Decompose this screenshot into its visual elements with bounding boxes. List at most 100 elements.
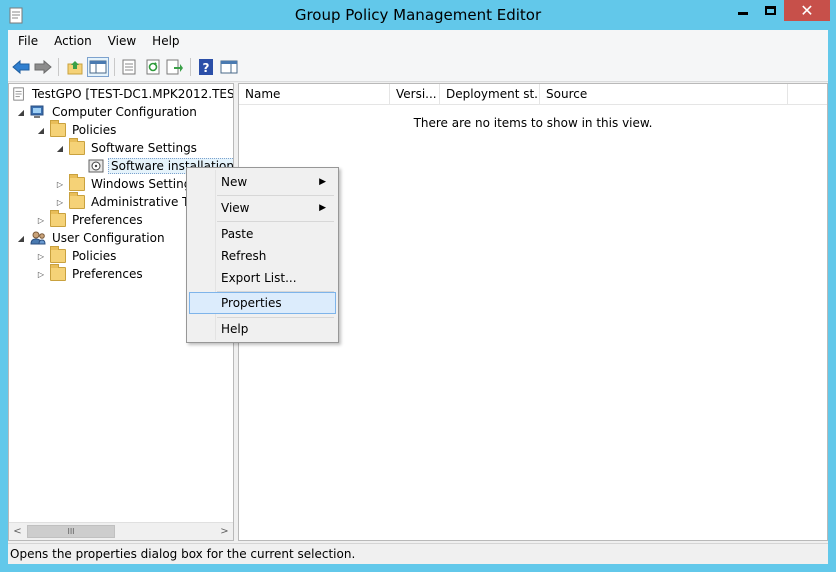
column-header-version[interactable]: Versi... (390, 84, 440, 104)
svg-text:?: ? (203, 61, 210, 75)
properties-icon (122, 59, 136, 75)
folder-icon (50, 210, 66, 227)
folder-icon (69, 192, 85, 209)
show-hide-tree-button[interactable] (87, 57, 109, 77)
show-action-pane-icon (220, 60, 238, 74)
scroll-thumb[interactable]: III (27, 525, 115, 538)
toolbar-separator (190, 58, 191, 76)
collapsed-arrow-icon[interactable]: ▷ (36, 215, 46, 225)
tree-horizontal-scrollbar[interactable]: < III > (9, 522, 233, 540)
collapsed-arrow-icon[interactable]: ▷ (36, 269, 46, 279)
menu-item-label: Refresh (221, 249, 267, 263)
show-action-pane-button[interactable] (218, 57, 240, 77)
menu-item-label: Paste (221, 227, 254, 241)
maximize-button[interactable] (757, 0, 783, 21)
collapsed-arrow-icon[interactable]: ▷ (36, 251, 46, 261)
menu-help[interactable]: Help (144, 30, 187, 52)
tree-item-computer-configuration[interactable]: ◢ Computer Configuration (16, 103, 199, 121)
minimize-icon (738, 12, 748, 15)
maximize-icon (764, 6, 776, 15)
submenu-arrow-icon: ▶ (319, 203, 326, 213)
column-header-source[interactable]: Source (540, 84, 788, 104)
help-icon: ? (199, 59, 213, 75)
tree-item-uc-policies[interactable]: ▷ Policies (36, 246, 118, 265)
column-header-name[interactable]: Name (239, 84, 390, 104)
context-menu-paste[interactable]: Paste (189, 223, 336, 245)
folder-icon (50, 264, 66, 281)
tree-item-windows-settings[interactable]: ▷ Windows Settings (55, 174, 200, 193)
software-installation-icon (88, 159, 104, 173)
scroll-left-icon[interactable]: < (9, 523, 26, 540)
tree-item-label: Administrative Ter (91, 195, 200, 209)
up-one-level-button[interactable] (64, 57, 86, 77)
forward-icon (34, 59, 52, 75)
status-bar: Opens the properties dialog box for the … (8, 543, 828, 564)
export-list-icon (166, 59, 183, 75)
close-button[interactable]: ✕ (784, 0, 830, 21)
status-text: Opens the properties dialog box for the … (10, 547, 356, 561)
tree-item-administrative-templates[interactable]: ▷ Administrative Ter (55, 192, 202, 211)
tree-item-label: Policies (72, 123, 117, 137)
export-list-button[interactable] (164, 57, 186, 77)
tree-item-uc-preferences[interactable]: ▷ Preferences (36, 264, 145, 283)
users-icon (30, 231, 46, 245)
empty-list-message: There are no items to show in this view. (413, 116, 653, 130)
menu-separator (217, 221, 334, 222)
column-header-deployment-state[interactable]: Deployment st... (440, 84, 540, 104)
folder-icon (69, 138, 85, 155)
tree-item-label: Policies (72, 249, 117, 263)
context-menu-properties[interactable]: Properties (189, 292, 336, 314)
tree-item-root[interactable]: TestGPO [TEST-DC1.MPK2012.TEST] P (12, 85, 233, 103)
refresh-icon (146, 59, 160, 75)
up-folder-icon (67, 61, 83, 75)
tree-item-software-settings[interactable]: ◢ Software Settings (55, 138, 199, 157)
forward-button[interactable] (32, 57, 54, 77)
menu-item-label: Export List... (221, 271, 297, 285)
menu-item-label: Properties (221, 296, 282, 310)
menu-separator (217, 195, 334, 196)
collapsed-arrow-icon[interactable]: ▷ (55, 197, 65, 207)
tree-item-cc-preferences[interactable]: ▷ Preferences (36, 210, 145, 229)
folder-icon (50, 246, 66, 263)
close-icon: ✕ (800, 1, 814, 20)
tree-item-label: User Configuration (52, 231, 165, 245)
expanded-arrow-icon[interactable]: ◢ (16, 233, 26, 243)
tree-item-cc-policies[interactable]: ◢ Policies (36, 120, 118, 139)
menu-view[interactable]: View (100, 30, 144, 52)
back-icon (12, 59, 30, 75)
collapsed-arrow-icon[interactable]: ▷ (55, 179, 65, 189)
menu-file[interactable]: File (8, 30, 46, 52)
context-menu-new[interactable]: New ▶ (189, 171, 336, 193)
menu-action[interactable]: Action (46, 30, 100, 52)
computer-icon (30, 105, 44, 118)
folder-icon (69, 174, 85, 191)
context-menu: New ▶ View ▶ Paste Refresh Export List..… (186, 167, 339, 343)
client-area: File Action View Help ? TestGPO [TEST-DC… (8, 30, 828, 564)
tree-item-label: Software Settings (91, 141, 197, 155)
menu-item-label: Help (221, 322, 249, 336)
scroll-right-icon[interactable]: > (216, 523, 233, 540)
tree-item-label: Windows Settings (91, 177, 198, 191)
context-menu-refresh[interactable]: Refresh (189, 245, 336, 267)
list-header: Name Versi... Deployment st... Source (239, 84, 827, 105)
context-menu-help[interactable]: Help (189, 318, 336, 340)
tree-item-label: Preferences (72, 213, 143, 227)
title-bar[interactable]: Group Policy Management Editor ✕ (0, 0, 836, 30)
back-button[interactable] (10, 57, 32, 77)
expanded-arrow-icon[interactable]: ◢ (55, 143, 65, 153)
refresh-button[interactable] (142, 57, 164, 77)
expanded-arrow-icon[interactable]: ◢ (16, 107, 26, 117)
toolbar-separator (114, 58, 115, 76)
minimize-button[interactable] (730, 0, 756, 21)
context-menu-export-list[interactable]: Export List... (189, 267, 336, 289)
menu-bar: File Action View Help (8, 30, 828, 52)
properties-button[interactable] (118, 57, 140, 77)
grip-icon: III (67, 527, 75, 536)
tree-item-user-configuration[interactable]: ◢ User Configuration (16, 229, 167, 247)
context-menu-view[interactable]: View ▶ (189, 197, 336, 219)
help-button[interactable]: ? (195, 57, 217, 77)
menu-item-label: New (221, 175, 248, 189)
expanded-arrow-icon[interactable]: ◢ (36, 125, 46, 135)
gpo-document-icon (13, 87, 24, 101)
app-window: Group Policy Management Editor ✕ File Ac… (0, 0, 836, 572)
